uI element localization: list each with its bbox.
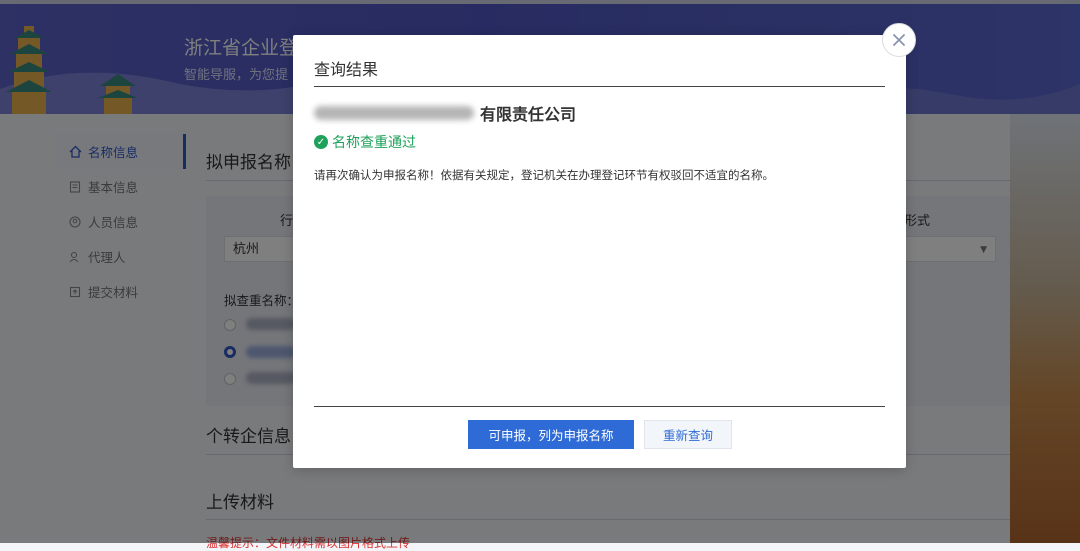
dialog-divider-bottom (314, 406, 885, 407)
status-badge: ✓ 名称查重通过 (314, 132, 416, 152)
dialog-title: 查询结果 (314, 60, 379, 79)
query-result-dialog: 查询结果 有限责任公司 ✓ 名称查重通过 请再次确认为申报名称！依据有关规定，登… (293, 35, 906, 468)
redacted-name (314, 106, 474, 120)
dialog-divider-top (314, 86, 885, 87)
company-name: 有限责任公司 (314, 101, 576, 125)
status-text: 名称查重通过 (332, 135, 416, 151)
apply-name-button[interactable]: 可申报，列为申报名称 (468, 420, 634, 449)
close-icon (893, 34, 905, 46)
notice-text: 请再次确认为申报名称！依据有关规定，登记机关在办理登记环节有权驳回不适宜的名称。 (314, 168, 774, 182)
close-button[interactable] (882, 23, 916, 57)
requery-button[interactable]: 重新查询 (644, 420, 732, 449)
company-suffix: 有限责任公司 (480, 105, 577, 124)
check-circle-icon: ✓ (314, 135, 328, 149)
